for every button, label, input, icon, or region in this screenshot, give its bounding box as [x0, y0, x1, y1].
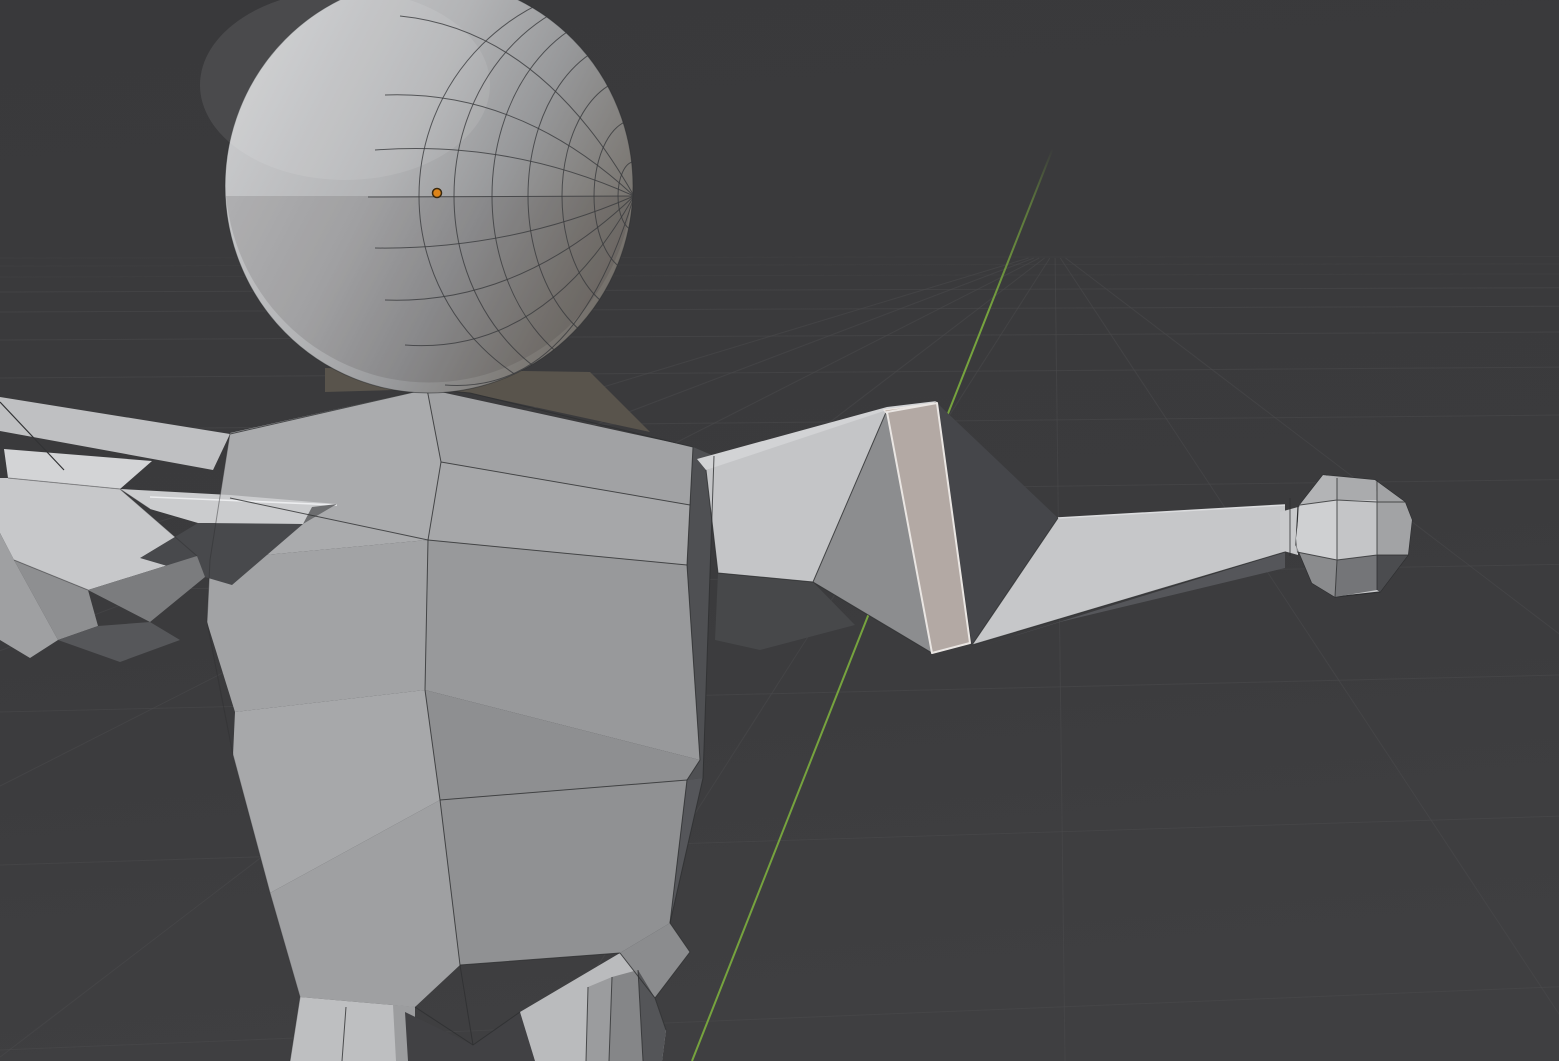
right-leg-shade-2[interactable]	[609, 970, 643, 1061]
origin-dot	[433, 189, 442, 198]
viewport-canvas[interactable]	[0, 0, 1559, 1061]
torso-back[interactable]	[207, 389, 714, 1007]
fist-facet-mid[interactable]	[1337, 500, 1377, 560]
viewport-3d[interactable]	[0, 0, 1559, 1061]
wrist-face[interactable]	[1280, 507, 1298, 555]
fist-facet-bottom-mid[interactable]	[1335, 555, 1377, 597]
right-leg-shade-1[interactable]	[586, 977, 612, 1061]
fist-facet-mid-left[interactable]	[1296, 500, 1337, 560]
